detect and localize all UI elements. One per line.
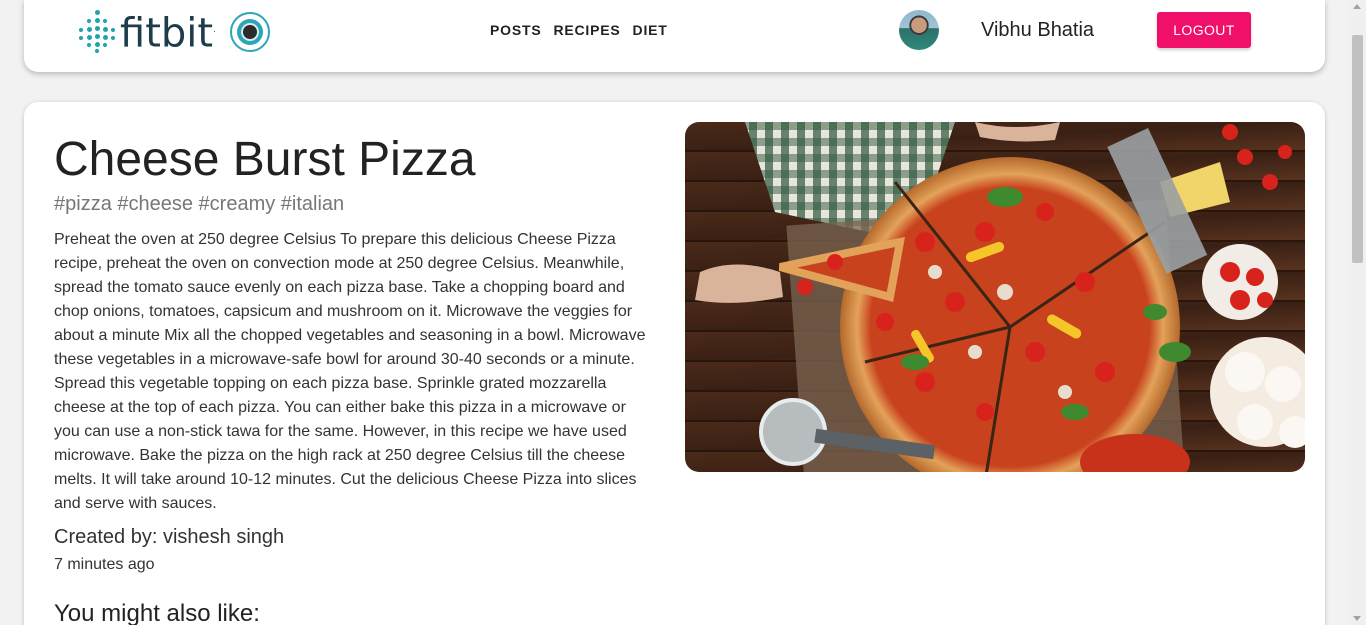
top-navbar: fitbit. POSTS RECIPES DIET Vibhu Bhatia … [24,0,1325,72]
camera-eye-icon [229,12,270,52]
nav-link-diet[interactable]: DIET [633,22,668,38]
scroll-thumb[interactable] [1352,35,1363,263]
page-scrollbar[interactable] [1349,0,1366,625]
recipe-description: Preheat the oven at 250 degree Celsius T… [54,231,646,512]
related-heading: You might also like: [54,600,260,625]
recipe-title: Cheese Burst Pizza [54,133,476,186]
fitbit-wordmark: fitbit. [120,10,216,57]
nav-link-recipes[interactable]: RECIPES [553,22,620,38]
logout-button[interactable]: LOGOUT [1157,12,1251,48]
pizza-photo [685,122,1305,472]
nav-link-posts[interactable]: POSTS [490,22,541,38]
recipe-card: Cheese Burst Pizza #pizza #cheese #cream… [24,102,1325,625]
recipe-tags: #pizza #cheese #creamy #italian [54,193,345,215]
user-name: Vibhu Bhatia [981,19,1095,41]
scroll-up-arrow-icon[interactable] [1353,4,1361,9]
recipe-author: Created by: vishesh singh [54,526,285,548]
fitbit-dots-icon [74,8,124,56]
recipe-timestamp: 7 minutes ago [54,556,155,573]
scroll-down-arrow-icon[interactable] [1353,616,1361,621]
fitbit-logo[interactable]: fitbit. [74,8,270,57]
main-nav: POSTS RECIPES DIET [490,22,668,38]
avatar[interactable] [899,10,939,50]
